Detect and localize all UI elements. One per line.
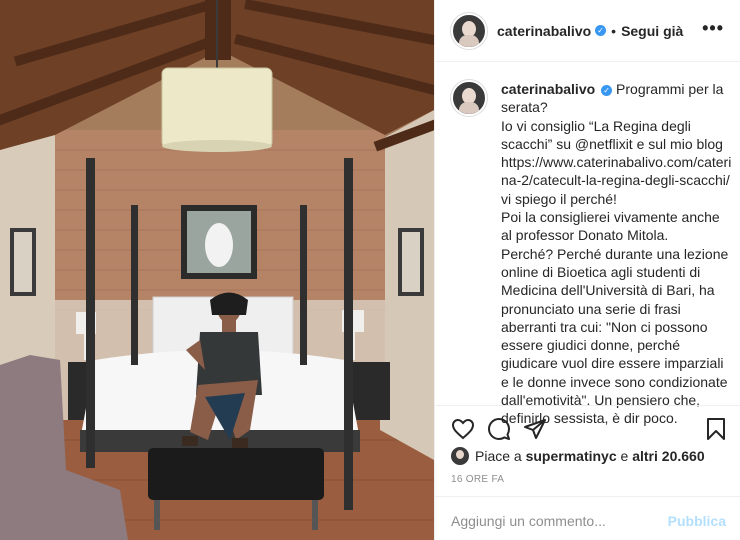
post-header: caterinabalivo ✓ • Segui già ••• [435, 0, 740, 62]
liker-avatar[interactable] [451, 447, 469, 465]
following-button[interactable]: Segui già [621, 23, 683, 39]
instagram-post: caterinabalivo ✓ • Segui già ••• caterin… [0, 0, 740, 540]
likes-count-link[interactable]: altri 20.660 [632, 448, 704, 464]
post-photo[interactable] [0, 0, 434, 540]
caption-text: Programmi per la serata? Io vi consiglio… [501, 81, 732, 427]
profile-avatar[interactable] [451, 12, 487, 49]
bedroom-photo [0, 0, 434, 540]
verified-badge-icon: ✓ [595, 25, 607, 36]
post-timestamp[interactable]: 16 ORE FA [451, 474, 504, 485]
caption-avatar[interactable] [451, 80, 487, 116]
publish-button[interactable]: Pubblica [668, 513, 726, 529]
verified-badge-icon: ✓ [601, 85, 613, 96]
likes-middle: e [620, 448, 629, 464]
header-user-line: caterinabalivo ✓ • Segui già [497, 23, 683, 39]
likes-user-link[interactable]: supermatinyc [526, 448, 617, 464]
comment-icon[interactable] [487, 417, 511, 441]
action-bar [435, 405, 740, 445]
post-sidebar: caterinabalivo ✓ • Segui già ••• caterin… [434, 0, 740, 540]
likes-summary: Piace a supermatinyc e altri 20.660 [451, 447, 705, 465]
caption-username[interactable]: caterinabalivo [501, 81, 595, 97]
ceiling-lamp [161, 67, 273, 149]
leather-ottoman [148, 448, 324, 500]
comment-input[interactable]: Aggiungi un commento... [451, 513, 606, 529]
add-comment-bar: Aggiungi un commento... Pubblica [435, 496, 740, 540]
heart-icon[interactable] [451, 417, 475, 441]
more-options-icon[interactable]: ••• [702, 19, 724, 37]
caption-comment: caterinabalivo ✓ Programmi per la serata?… [451, 80, 733, 428]
likes-prefix: Piace a [475, 448, 522, 464]
caption-text-block: caterinabalivo ✓ Programmi per la serata?… [501, 80, 733, 428]
paper-plane-icon[interactable] [523, 417, 547, 441]
bookmark-icon[interactable] [706, 417, 726, 441]
header-separator: • [611, 22, 617, 39]
header-username[interactable]: caterinabalivo [497, 23, 591, 39]
